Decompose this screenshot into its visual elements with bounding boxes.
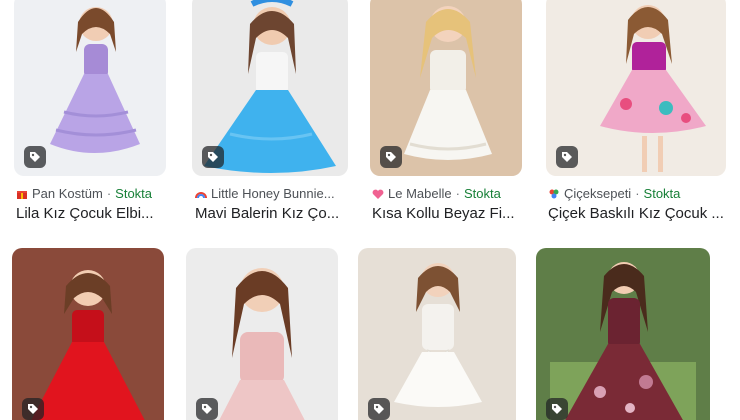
dress-image: [44, 0, 144, 176]
gift-icon: [16, 188, 28, 200]
result-source[interactable]: Çiçeksepeti · Stokta: [548, 186, 680, 201]
result-card[interactable]: [358, 248, 530, 420]
stock-status: Stokta: [643, 186, 681, 201]
shopping-tag-icon: [202, 146, 224, 168]
result-title[interactable]: Çiçek Baskılı Kız Çocuk ...: [548, 205, 738, 222]
result-card[interactable]: Çiçeksepeti · Stokta Çiçek Baskılı Kız Ç…: [540, 0, 740, 230]
result-title[interactable]: Lila Kız Çocuk Elbi...: [16, 205, 166, 222]
product-thumbnail[interactable]: [370, 0, 522, 176]
product-thumbnail[interactable]: [358, 248, 516, 420]
result-card[interactable]: Le Mabelle · Stokta Kısa Kollu Beyaz Fi.…: [360, 0, 530, 230]
dress-image: [22, 258, 154, 420]
dress-image: [596, 0, 716, 176]
product-thumbnail[interactable]: [536, 248, 710, 420]
shopping-tag-icon: [24, 146, 46, 168]
dress-image: [390, 0, 502, 176]
result-source[interactable]: Le Mabelle · Stokta: [372, 186, 501, 201]
product-thumbnail[interactable]: [546, 0, 726, 176]
shopping-tag-icon: [380, 146, 402, 168]
rainbow-icon: [195, 188, 207, 200]
product-thumbnail[interactable]: [186, 248, 338, 420]
heart-icon: [372, 188, 384, 200]
result-card[interactable]: [536, 248, 740, 420]
separator: ·: [455, 186, 460, 201]
source-name: Little Honey Bunnie...: [211, 186, 335, 201]
result-card[interactable]: [0, 248, 170, 420]
result-title[interactable]: Mavi Balerin Kız Ço...: [195, 205, 350, 222]
result-source[interactable]: Pan Kostüm · Stokta: [16, 186, 152, 201]
source-name: Le Mabelle: [388, 186, 452, 201]
stock-status: Stokta: [115, 186, 153, 201]
shopping-tag-icon: [546, 398, 568, 420]
flower-icon: [548, 188, 560, 200]
source-name: Pan Kostüm: [32, 186, 103, 201]
shopping-tag-icon: [196, 398, 218, 420]
shopping-tag-icon: [556, 146, 578, 168]
result-source[interactable]: Little Honey Bunnie...: [195, 186, 335, 201]
dress-image: [382, 252, 492, 420]
stock-status: Stokta: [463, 186, 501, 201]
source-name: Çiçeksepeti: [564, 186, 632, 201]
result-card[interactable]: Little Honey Bunnie... Mavi Balerin Kız …: [180, 0, 350, 230]
result-title[interactable]: Kısa Kollu Beyaz Fi...: [372, 205, 527, 222]
product-thumbnail[interactable]: [12, 248, 164, 420]
result-card[interactable]: [180, 248, 350, 420]
product-thumbnail[interactable]: [14, 0, 166, 176]
result-card[interactable]: Pan Kostüm · Stokta Lila Kız Çocuk Elbi.…: [0, 0, 170, 230]
shopping-tag-icon: [368, 398, 390, 420]
separator: ·: [106, 186, 112, 201]
product-thumbnail[interactable]: [192, 0, 348, 176]
dress-image: [196, 248, 328, 420]
dress-image: [550, 252, 696, 420]
separator: ·: [635, 186, 640, 201]
shopping-tag-icon: [22, 398, 44, 420]
